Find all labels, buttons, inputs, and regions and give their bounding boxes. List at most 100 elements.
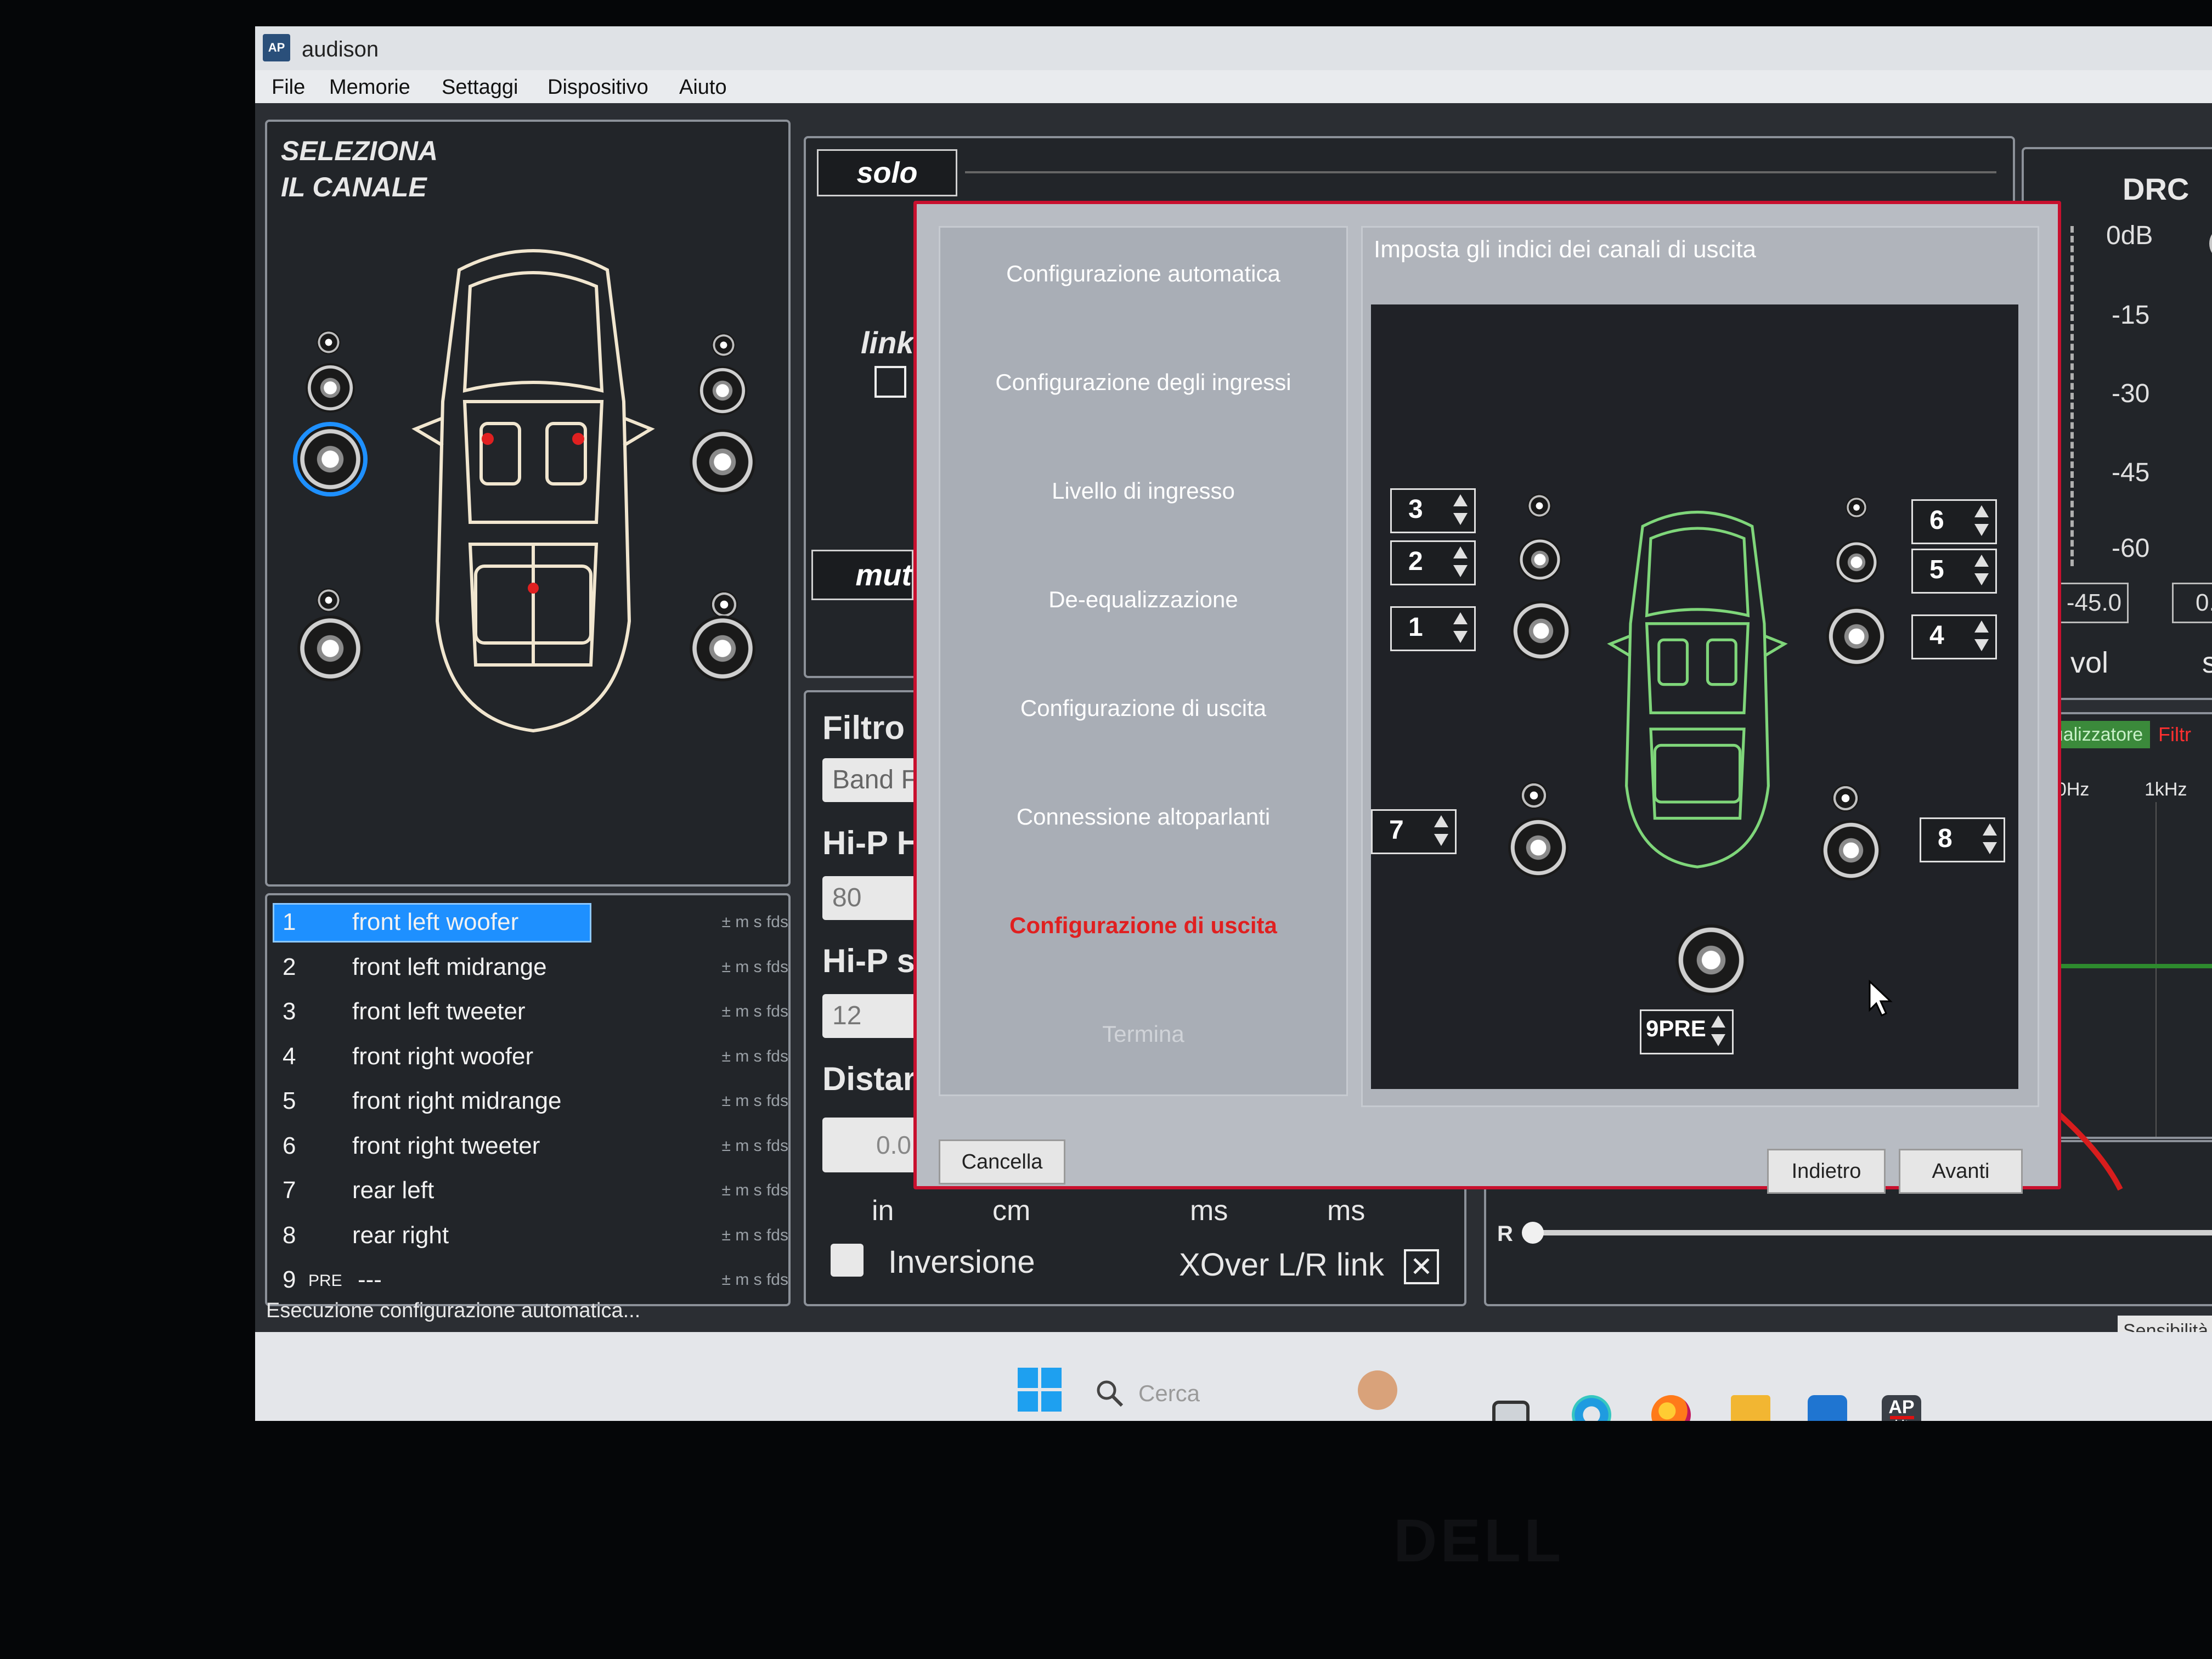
drc-slider-thumb[interactable] [2209, 226, 2212, 261]
index-spinner-6[interactable]: 6 [1911, 499, 1997, 544]
file-explorer-icon[interactable] [1731, 1395, 1770, 1421]
channel-row[interactable]: 1 front left woofer ± m s fds [267, 900, 794, 944]
mouse-cursor-icon [1869, 979, 1893, 1017]
channel-flags[interactable]: ± m s fds [722, 1047, 788, 1066]
channel-flags[interactable]: ± m s fds [722, 1181, 788, 1200]
channel-flags[interactable]: ± m s fds [722, 1226, 788, 1245]
channel-flags[interactable]: ± m s fds [722, 1137, 788, 1155]
wizard-step: De-equalizzazione [1048, 586, 1238, 612]
wizard-step: Livello di ingresso [1052, 478, 1235, 504]
channel-flags[interactable]: ± m s fds [722, 1092, 788, 1110]
unit-ms-2[interactable]: ms [1327, 1194, 1365, 1227]
menu-file[interactable]: File [272, 76, 305, 99]
panel-title-line2: IL CANALE [281, 172, 427, 202]
midrange-right-icon[interactable] [698, 366, 747, 415]
channel-row[interactable]: 3 front left tweeter ± m s fds [267, 989, 794, 1033]
menu-settaggi[interactable]: Settaggi [442, 76, 518, 99]
tweeter-right-icon[interactable] [712, 333, 736, 357]
channel-flags[interactable]: ± m s fds [722, 913, 788, 932]
microsoft-store-icon[interactable] [1808, 1395, 1847, 1421]
channel-row[interactable]: 7 rear left ± m s fds [267, 1168, 794, 1212]
xover-label: XOver L/R link [1179, 1247, 1384, 1283]
channel-number: 4 [283, 1042, 296, 1070]
inversion-label: Inversione [888, 1244, 1035, 1280]
eq-tab[interactable]: ualizzatore [2046, 721, 2150, 748]
menu-aiuto[interactable]: Aiuto [679, 76, 727, 99]
channel-selector-panel: SELEZIONA IL CANALE [265, 120, 791, 887]
drc-title: DRC [2123, 172, 2190, 206]
sub-value[interactable]: 0.0 [2172, 583, 2212, 623]
index-spinner-7[interactable]: 7 [1371, 809, 1457, 854]
vol-value[interactable]: -45.0 [2059, 583, 2129, 623]
index-spinner-5[interactable]: 5 [1911, 549, 1997, 594]
distance-label: Distar [822, 1060, 916, 1097]
wizard-step: Configurazione degli ingressi [995, 369, 1291, 395]
unit-ms-1[interactable]: ms [1190, 1194, 1228, 1227]
menu-bar: File Memorie Settaggi Dispositivo Aiuto [255, 70, 2212, 103]
index-spinner-9pre[interactable]: 9PRE [1640, 1009, 1734, 1054]
wiz-woofer-right-icon [1826, 606, 1887, 667]
channel-row[interactable]: 9 PRE --- ± m s fds [267, 1257, 794, 1301]
windows-start-icon[interactable] [1018, 1368, 1062, 1412]
unit-in[interactable]: in [872, 1194, 894, 1227]
woofer-left-icon[interactable] [297, 426, 363, 492]
channel-row[interactable]: 8 rear right ± m s fds [267, 1213, 794, 1257]
index-spinner-1[interactable]: 1 [1390, 606, 1476, 651]
channel-index-title: Imposta gli indici dei canali di uscita [1374, 236, 1757, 263]
solo-divider [965, 171, 1996, 173]
xover-link-checkbox[interactable]: ✕ [1404, 1249, 1439, 1284]
eq-freq-2: 1kHz [2145, 779, 2187, 800]
channel-flags[interactable]: ± m s fds [722, 958, 788, 977]
channel-number: 1 [283, 909, 296, 935]
monitor-screen: AP audison File Memorie Settaggi Disposi… [255, 26, 2212, 1421]
hip-h-label: Hi-P H [822, 825, 921, 861]
filter-tab[interactable]: Filtr [2158, 723, 2191, 746]
woofer-right-icon[interactable] [690, 429, 755, 495]
wizard-step: Termina [1102, 1021, 1184, 1047]
midrange-left-icon[interactable] [306, 363, 355, 413]
channel-name: front right tweeter [352, 1132, 540, 1159]
solo-button[interactable]: solo [817, 149, 957, 196]
menu-memorie[interactable]: Memorie [329, 76, 410, 99]
channel-name: front right midrange [352, 1087, 562, 1114]
index-spinner-4[interactable]: 4 [1911, 614, 1997, 659]
taskbar-search[interactable]: Cerca [1094, 1370, 1402, 1414]
wiz-midrange-left-icon [1518, 538, 1562, 582]
rear-left-tweeter-icon[interactable] [317, 588, 341, 612]
task-view-icon[interactable] [1492, 1401, 1530, 1421]
mute-button[interactable]: mut [811, 550, 913, 600]
channel-row[interactable]: 4 front right woofer ± m s fds [267, 1034, 794, 1078]
channel-row[interactable]: 5 front right midrange ± m s fds [267, 1079, 794, 1122]
rear-left-woofer-icon[interactable] [297, 616, 363, 681]
cancel-button[interactable]: Cancella [939, 1139, 1065, 1184]
channel-flags[interactable]: ± m s fds [722, 1002, 788, 1021]
channel-number: 2 [283, 953, 296, 980]
balance-slider-thumb[interactable] [1522, 1222, 1544, 1244]
index-spinner-3[interactable]: 3 [1390, 488, 1476, 533]
back-button[interactable]: Indietro [1767, 1149, 1886, 1194]
menu-dispositivo[interactable]: Dispositivo [548, 76, 648, 99]
unit-cm[interactable]: cm [992, 1194, 1030, 1227]
status-text: Esecuzione configurazione automatica... [266, 1299, 641, 1322]
tweeter-left-icon[interactable] [317, 330, 341, 354]
sub-label: sul [2202, 646, 2212, 679]
channel-name: --- [358, 1266, 382, 1293]
rear-right-woofer-icon[interactable] [690, 616, 755, 681]
index-spinner-2[interactable]: 2 [1390, 540, 1476, 585]
link-checkbox[interactable] [874, 366, 906, 398]
channel-row[interactable]: 2 front left midrange ± m s fds [267, 945, 794, 989]
rear-right-tweeter-icon[interactable] [710, 591, 738, 618]
wiz-subwoofer-icon [1675, 924, 1747, 996]
equalizer-panel: ualizzatore Filtr 00Hz 1kHz [2044, 712, 2212, 1139]
channel-flags[interactable]: ± m s fds [722, 1271, 788, 1289]
eq-curve [2046, 964, 2212, 968]
channel-row[interactable]: 6 front right tweeter ± m s fds [267, 1124, 794, 1167]
channel-number: 6 [283, 1132, 296, 1159]
next-button[interactable]: Avanti [1899, 1149, 2023, 1194]
inversion-checkbox[interactable] [831, 1244, 864, 1277]
index-spinner-8[interactable]: 8 [1920, 817, 2005, 862]
search-placeholder: Cerca [1138, 1380, 1200, 1406]
channel-name: rear right [352, 1221, 449, 1249]
channel-name: rear left [352, 1177, 435, 1204]
channel-name: front right woofer [352, 1042, 534, 1070]
